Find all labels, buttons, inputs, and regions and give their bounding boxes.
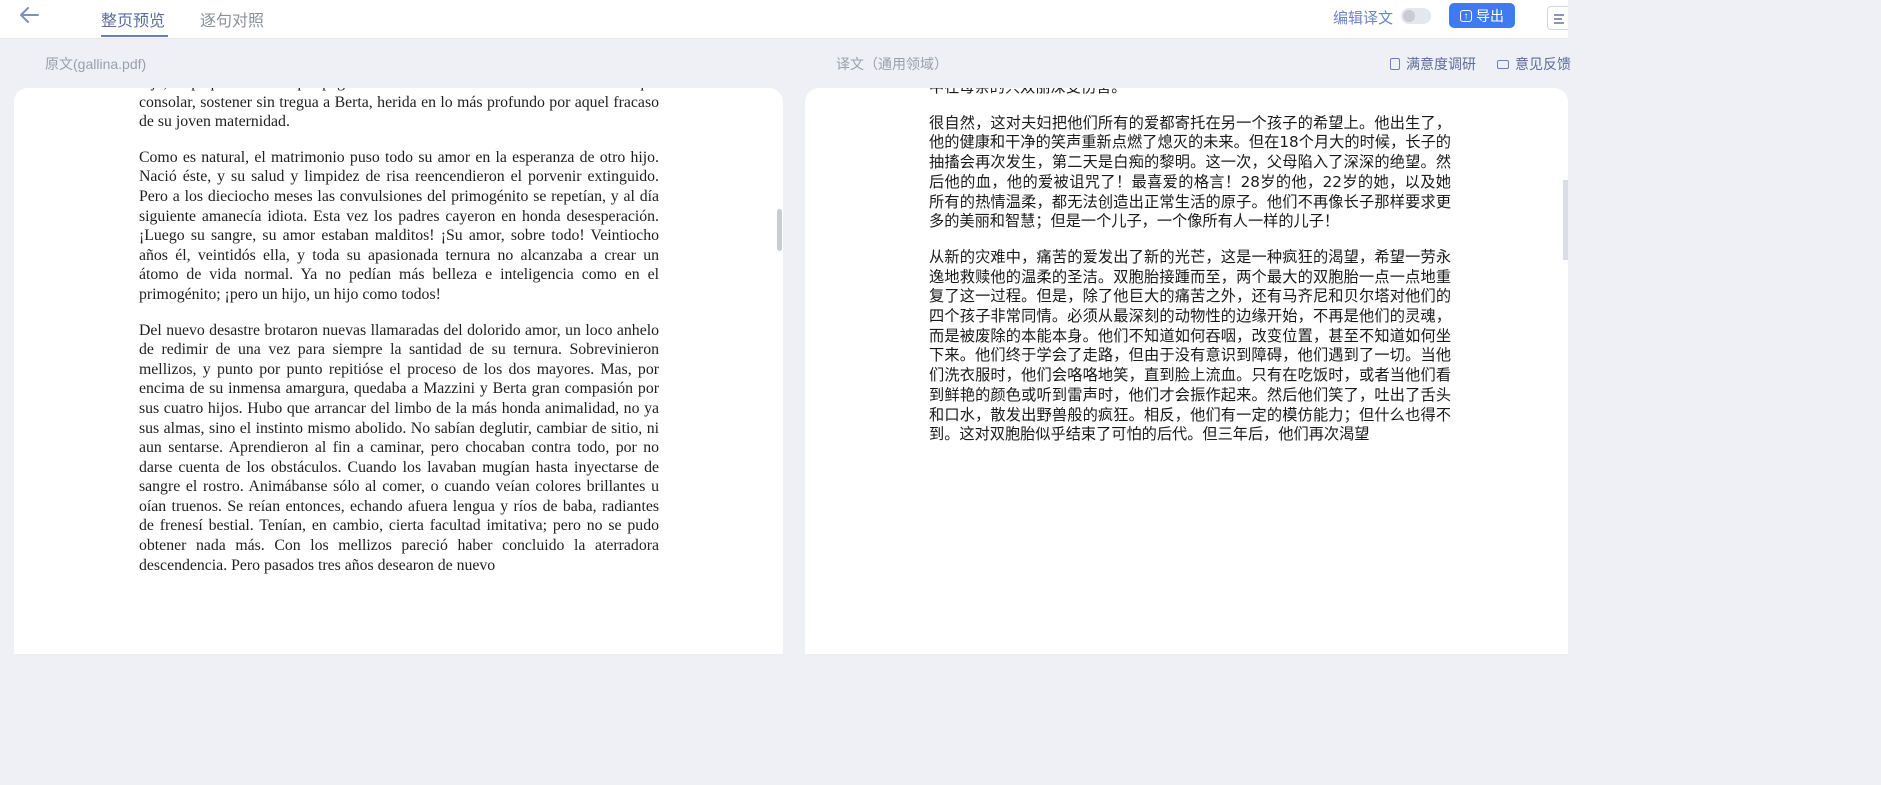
export-label: 导出 [1476,7,1504,24]
source-pane-title: 原文(gallina.pdf) [45,56,147,72]
survey-label: 满意度调研 [1406,56,1476,72]
feedback-label: 意见反馈 [1515,56,1571,72]
translation-paragraph: 从新的灾难中，痛苦的爱发出了新的光芒，这是一种疯狂的渴望，希望一劳永逸地救赎他的… [929,247,1451,444]
translation-document-page: 中在母亲的只双丽深受伤害。 很自然，这对夫妇把他们所有的爱都寄托在另一个孩子的希… [805,88,1568,654]
source-paragraph: hijo, el pequeño idiota que pagaba los e… [139,88,659,131]
source-paragraph: Como es natural, el matrimonio puso todo… [139,148,659,303]
source-document-page: hijo, el pequeño idiota que pagaba los e… [14,88,783,654]
tab-page-preview[interactable]: 整页预览 [101,7,165,31]
translation-paragraph: 中在母亲的只双丽深受伤害。 [929,88,1451,98]
export-button[interactable]: ↑ 导出 [1449,3,1515,28]
menu-icon[interactable] [1547,6,1568,30]
feedback-link[interactable]: 意见反馈 [1497,54,1571,74]
translation-scrollbar[interactable] [1563,180,1568,260]
source-text: hijo, el pequeño idiota que pagaba los e… [139,88,659,591]
source-paragraph: Del nuevo desastre brotaron nuevas llama… [139,321,659,574]
top-toolbar: 整页预览 逐句对照 编辑译文 ↑ 导出 [0,0,1568,39]
survey-link[interactable]: 满意度调研 [1390,54,1476,74]
toggle-knob [1403,10,1415,22]
tab-sentence-compare[interactable]: 逐句对照 [200,7,264,31]
translation-paragraph: 很自然，这对夫妇把他们所有的爱都寄托在另一个孩子的希望上。他出生了，他的健康和干… [929,113,1451,231]
target-pane-title: 译文（通用领域） [836,56,948,72]
mail-icon [1497,60,1509,69]
upload-icon: ↑ [1460,9,1472,22]
survey-icon [1390,58,1400,70]
back-arrow-icon[interactable] [18,5,44,29]
edit-translation-label: 编辑译文 [1333,10,1394,27]
translation-text: 中在母亲的只双丽深受伤害。 很自然，这对夫妇把他们所有的爱都寄托在另一个孩子的希… [929,88,1451,461]
active-tab-indicator [101,35,168,37]
edit-translation-toggle[interactable] [1401,8,1431,24]
source-scrollbar[interactable] [777,209,782,251]
